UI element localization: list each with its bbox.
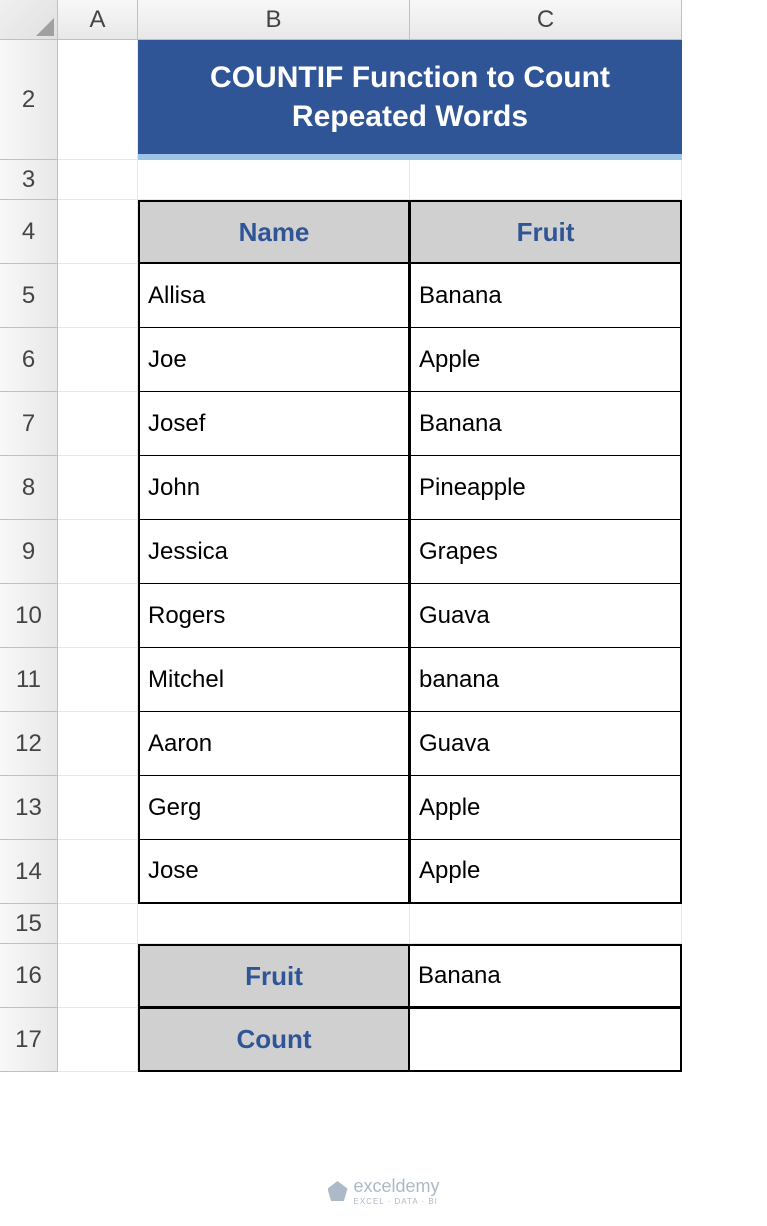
col-header-a[interactable]: A <box>58 0 138 40</box>
table-header-fruit[interactable]: Fruit <box>410 200 682 264</box>
summary-count-value[interactable] <box>410 1008 682 1072</box>
cell-b3[interactable] <box>138 160 410 200</box>
row-header-14[interactable]: 14 <box>0 840 58 904</box>
summary-fruit-value[interactable]: Banana <box>410 944 682 1008</box>
row-header-3[interactable]: 3 <box>0 160 58 200</box>
table-header-name[interactable]: Name <box>138 200 410 264</box>
cell-fruit-8[interactable]: Pineapple <box>410 456 682 520</box>
cell-name-14[interactable]: Jose <box>138 840 410 904</box>
row-header-7[interactable]: 7 <box>0 392 58 456</box>
col-header-b[interactable]: B <box>138 0 410 40</box>
title-banner: COUNTIF Function to Count Repeated Words <box>138 40 682 160</box>
row-header-8[interactable]: 8 <box>0 456 58 520</box>
row-header-10[interactable]: 10 <box>0 584 58 648</box>
row-header-13[interactable]: 13 <box>0 776 58 840</box>
cell-a17[interactable] <box>58 1008 138 1072</box>
cell-a4[interactable] <box>58 200 138 264</box>
cell-a13[interactable] <box>58 776 138 840</box>
cell-a10[interactable] <box>58 584 138 648</box>
row-header-12[interactable]: 12 <box>0 712 58 776</box>
cell-name-6[interactable]: Joe <box>138 328 410 392</box>
watermark-logo-icon <box>327 1181 347 1201</box>
cell-name-5[interactable]: Allisa <box>138 264 410 328</box>
spreadsheet-grid: A B C 2 COUNTIF Function to Count Repeat… <box>0 0 767 1072</box>
watermark-text: exceldemy EXCEL · DATA · BI <box>353 1176 439 1206</box>
cell-c3[interactable] <box>410 160 682 200</box>
cell-fruit-13[interactable]: Apple <box>410 776 682 840</box>
cell-a15[interactable] <box>58 904 138 944</box>
summary-count-label[interactable]: Count <box>138 1008 410 1072</box>
cell-a7[interactable] <box>58 392 138 456</box>
cell-fruit-9[interactable]: Grapes <box>410 520 682 584</box>
cell-a14[interactable] <box>58 840 138 904</box>
row-header-6[interactable]: 6 <box>0 328 58 392</box>
cell-a5[interactable] <box>58 264 138 328</box>
cell-fruit-6[interactable]: Apple <box>410 328 682 392</box>
row-header-2[interactable]: 2 <box>0 40 58 160</box>
cell-name-9[interactable]: Jessica <box>138 520 410 584</box>
select-all-corner[interactable] <box>0 0 58 40</box>
row-header-11[interactable]: 11 <box>0 648 58 712</box>
cell-name-12[interactable]: Aaron <box>138 712 410 776</box>
cell-b15[interactable] <box>138 904 410 944</box>
row-header-4[interactable]: 4 <box>0 200 58 264</box>
row-header-9[interactable]: 9 <box>0 520 58 584</box>
cell-name-11[interactable]: Mitchel <box>138 648 410 712</box>
cell-fruit-14[interactable]: Apple <box>410 840 682 904</box>
cell-a3[interactable] <box>58 160 138 200</box>
cell-name-7[interactable]: Josef <box>138 392 410 456</box>
col-header-c[interactable]: C <box>410 0 682 40</box>
cell-c15[interactable] <box>410 904 682 944</box>
cell-fruit-12[interactable]: Guava <box>410 712 682 776</box>
cell-name-10[interactable]: Rogers <box>138 584 410 648</box>
row-header-5[interactable]: 5 <box>0 264 58 328</box>
row-header-16[interactable]: 16 <box>0 944 58 1008</box>
cell-a8[interactable] <box>58 456 138 520</box>
cell-fruit-11[interactable]: banana <box>410 648 682 712</box>
cell-a9[interactable] <box>58 520 138 584</box>
summary-fruit-label[interactable]: Fruit <box>138 944 410 1008</box>
cell-a11[interactable] <box>58 648 138 712</box>
watermark: exceldemy EXCEL · DATA · BI <box>327 1176 439 1206</box>
cell-name-8[interactable]: John <box>138 456 410 520</box>
cell-a16[interactable] <box>58 944 138 1008</box>
row-header-17[interactable]: 17 <box>0 1008 58 1072</box>
watermark-tagline: EXCEL · DATA · BI <box>353 1197 439 1206</box>
watermark-name: exceldemy <box>353 1176 439 1196</box>
cell-fruit-7[interactable]: Banana <box>410 392 682 456</box>
cell-name-13[interactable]: Gerg <box>138 776 410 840</box>
cell-fruit-10[interactable]: Guava <box>410 584 682 648</box>
cell-a12[interactable] <box>58 712 138 776</box>
cell-a6[interactable] <box>58 328 138 392</box>
row-header-15[interactable]: 15 <box>0 904 58 944</box>
cell-fruit-5[interactable]: Banana <box>410 264 682 328</box>
cell-a2[interactable] <box>58 40 138 160</box>
